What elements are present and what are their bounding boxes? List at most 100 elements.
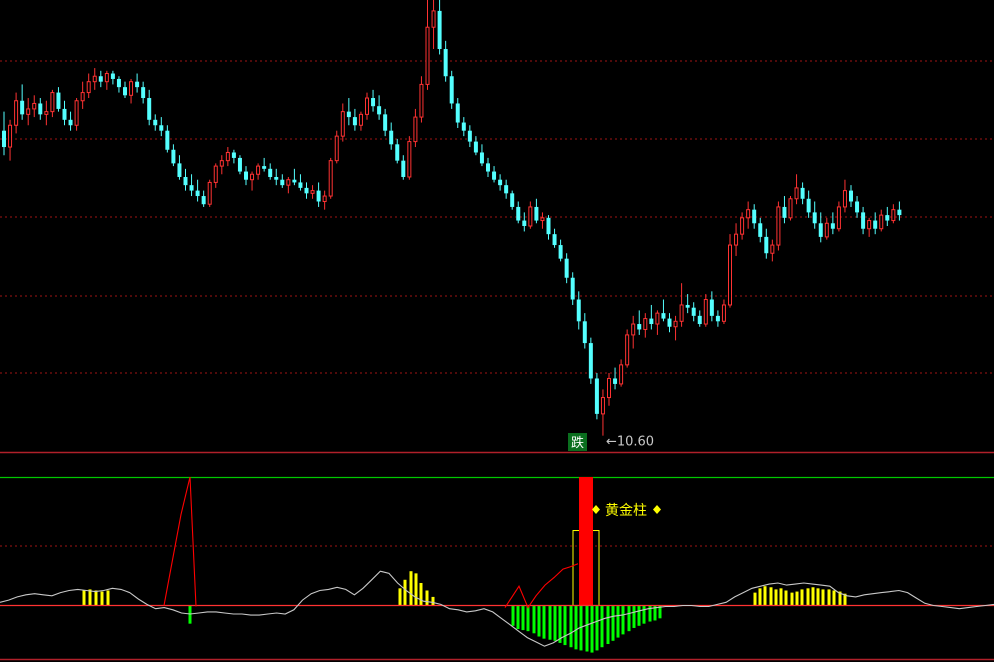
candle-body bbox=[873, 220, 878, 229]
candle-body bbox=[449, 76, 454, 104]
candle-body bbox=[237, 157, 242, 172]
candle-body bbox=[365, 97, 369, 115]
yellow-bar bbox=[795, 591, 799, 606]
candle-body bbox=[383, 114, 388, 131]
candle-body bbox=[776, 206, 781, 246]
candle-body bbox=[68, 119, 73, 126]
green-bar bbox=[595, 605, 599, 651]
candle-body bbox=[147, 98, 152, 120]
green-bar bbox=[188, 605, 192, 624]
candle-body bbox=[637, 324, 642, 330]
low-annotation: ←10.60 bbox=[606, 435, 654, 450]
candle-body bbox=[256, 165, 261, 175]
yellow-bar bbox=[419, 582, 423, 606]
green-bar bbox=[553, 605, 557, 641]
candle-body bbox=[679, 304, 684, 322]
candle-body bbox=[885, 215, 890, 221]
candle-body bbox=[286, 179, 291, 186]
candle-body bbox=[189, 185, 194, 191]
yellow-bar bbox=[763, 586, 767, 606]
candle-body bbox=[358, 113, 363, 126]
green-bar bbox=[637, 605, 641, 626]
candle-body bbox=[522, 220, 527, 226]
candle-body bbox=[159, 125, 164, 131]
candle-body bbox=[703, 299, 708, 325]
candle-body bbox=[116, 78, 121, 88]
candle-body bbox=[498, 179, 503, 186]
candle-body bbox=[619, 364, 624, 385]
yellow-bar bbox=[398, 588, 402, 606]
candle-body bbox=[649, 318, 654, 325]
candle-body bbox=[625, 334, 630, 366]
candle-body bbox=[552, 234, 557, 246]
yellow-bar bbox=[821, 589, 825, 606]
candle-body bbox=[824, 222, 829, 238]
candle-body bbox=[322, 195, 327, 202]
yellow-bar bbox=[403, 579, 407, 606]
gold-bar-group: 黄金柱 bbox=[592, 502, 661, 519]
yellow-bar bbox=[790, 592, 794, 606]
yellow-bar bbox=[779, 588, 783, 606]
candle-body bbox=[746, 209, 751, 219]
gold-bar bbox=[579, 477, 593, 606]
yellow-bar bbox=[827, 589, 831, 606]
candle-body bbox=[891, 209, 896, 222]
yellow-bar bbox=[800, 589, 804, 606]
candle-body bbox=[334, 135, 339, 162]
candle-body bbox=[764, 236, 769, 254]
candle-body bbox=[818, 223, 823, 237]
yellow-bar bbox=[832, 590, 836, 606]
candle-body bbox=[546, 217, 551, 235]
candlestick-series bbox=[2, 0, 902, 436]
candle-body bbox=[661, 313, 666, 319]
candle-body bbox=[431, 10, 436, 28]
green-bar bbox=[548, 605, 552, 640]
candle-body bbox=[534, 206, 539, 221]
yellow-bar bbox=[753, 592, 757, 606]
green-bar bbox=[590, 605, 594, 653]
green-bar bbox=[621, 605, 625, 635]
candle-body bbox=[56, 92, 61, 109]
candle-body bbox=[594, 378, 599, 414]
candle-body bbox=[310, 190, 315, 194]
candle-body bbox=[201, 196, 206, 205]
candle-body bbox=[631, 323, 636, 336]
candle-body bbox=[231, 152, 236, 158]
candle-body bbox=[836, 206, 841, 230]
stock-chart: ←10.60 跌 黄金柱 bbox=[0, 0, 994, 661]
panel-dividers bbox=[0, 451, 994, 661]
candle-body bbox=[377, 106, 382, 115]
candle-body bbox=[219, 160, 224, 167]
signal-line bbox=[504, 563, 579, 609]
candle-body bbox=[715, 315, 720, 322]
candle-body bbox=[141, 87, 146, 99]
candle-body bbox=[346, 111, 351, 118]
candle-body bbox=[92, 75, 97, 83]
candle-body bbox=[26, 108, 31, 115]
gold-diamond-left bbox=[592, 505, 600, 514]
candle-body bbox=[473, 141, 478, 153]
candle-body bbox=[461, 122, 466, 131]
green-bar bbox=[542, 605, 546, 639]
green-bar bbox=[627, 605, 631, 632]
candle-body bbox=[782, 206, 787, 218]
candle-body bbox=[425, 26, 430, 85]
candle-body bbox=[340, 111, 345, 137]
green-bar bbox=[616, 605, 620, 638]
candle-body bbox=[849, 190, 853, 202]
candle-body bbox=[570, 277, 575, 300]
green-bar bbox=[511, 605, 515, 626]
candle-body bbox=[455, 103, 460, 123]
candle-body bbox=[419, 83, 424, 118]
candle-body bbox=[20, 100, 25, 115]
candle-body bbox=[728, 244, 732, 306]
candle-body bbox=[80, 92, 85, 102]
yellow-bar bbox=[811, 587, 815, 606]
candle-body bbox=[788, 198, 793, 219]
green-bar bbox=[537, 605, 541, 637]
candle-body bbox=[129, 81, 134, 96]
candle-body bbox=[673, 320, 678, 328]
candle-body bbox=[655, 312, 660, 325]
candle-body bbox=[395, 144, 400, 161]
candle-body bbox=[110, 73, 115, 79]
